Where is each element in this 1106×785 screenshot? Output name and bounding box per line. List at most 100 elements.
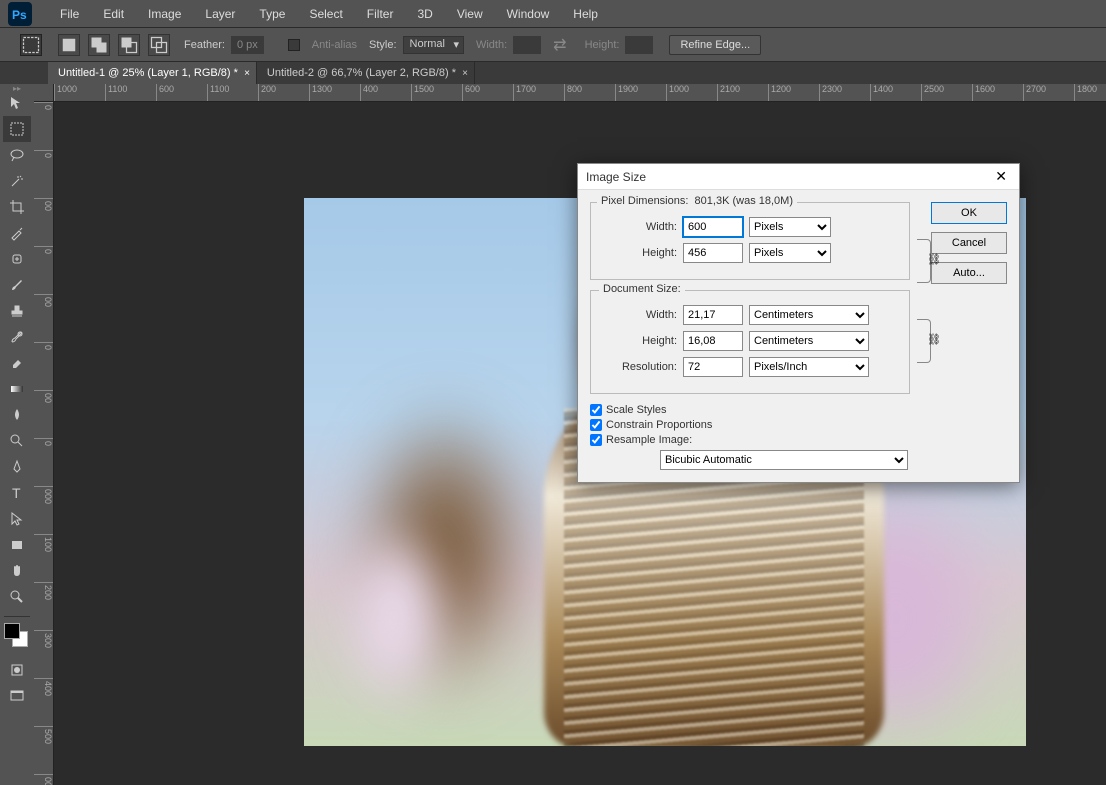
eyedropper-tool-icon[interactable] [3,220,31,246]
menu-file[interactable]: File [48,7,91,21]
constrain-proportions-checkbox[interactable]: Constrain Proportions [590,419,1007,431]
ruler-tick: 1500 [411,84,462,102]
move-tool-icon[interactable] [3,90,31,116]
ruler-tick: 800 [564,84,615,102]
pixdim-value: 801,3K (was 18,0M) [695,195,793,207]
refine-edge-button[interactable]: Refine Edge... [669,35,761,55]
ruler-tick: 00 [34,198,53,246]
ruler-tick: 200 [258,84,309,102]
type-tool-icon[interactable]: T [3,480,31,506]
scale-styles-checkbox[interactable]: Scale Styles [590,404,1007,416]
close-icon[interactable]: × [462,68,468,79]
chain-link-icon[interactable]: ⛓ [927,333,941,346]
menu-help[interactable]: Help [561,7,610,21]
ok-button[interactable]: OK [931,202,1007,224]
ruler-tick: 0 [34,438,53,486]
close-icon[interactable]: ✕ [991,168,1011,185]
dialog-titlebar[interactable]: Image Size ✕ [578,164,1019,190]
doc-width-unit[interactable]: Centimeters [749,305,869,325]
chain-link-icon[interactable]: ⛓ [927,253,941,266]
menu-filter[interactable]: Filter [355,7,406,21]
stamp-tool-icon[interactable] [3,298,31,324]
marquee-tool-icon[interactable] [3,116,31,142]
path-select-tool-icon[interactable] [3,506,31,532]
tab-untitled-2[interactable]: Untitled-2 @ 66,7% (Layer 2, RGB/8) *× [257,62,475,84]
feather-label: Feather: [184,39,225,51]
lasso-tool-icon[interactable] [3,142,31,168]
ruler-tick: 100 [34,534,53,582]
ruler-tick: 400 [34,678,53,726]
ruler-tick: 1400 [870,84,921,102]
menu-window[interactable]: Window [495,7,562,21]
ruler-tick: 1000 [666,84,717,102]
hand-tool-icon[interactable] [3,558,31,584]
ruler-tick: 0 [34,246,53,294]
dodge-tool-icon[interactable] [3,428,31,454]
horizontal-ruler: 1000110060011002001300400150060017008001… [54,84,1106,102]
cancel-button[interactable]: Cancel [931,232,1007,254]
healing-tool-icon[interactable] [3,246,31,272]
pen-tool-icon[interactable] [3,454,31,480]
close-icon[interactable]: × [244,68,250,79]
crop-tool-icon[interactable] [3,194,31,220]
tab-untitled-1[interactable]: Untitled-1 @ 25% (Layer 1, RGB/8) *× [48,62,257,84]
feather-input[interactable]: 0 px [231,36,264,54]
brush-tool-icon[interactable] [3,272,31,298]
color-swatches[interactable] [4,623,30,651]
menu-edit[interactable]: Edit [91,7,136,21]
ruler-tick: 200 [34,582,53,630]
pixdim-label: Pixel Dimensions: [601,195,688,207]
resolution-unit[interactable]: Pixels/Inch [749,357,869,377]
menu-select[interactable]: Select [297,7,354,21]
px-width-unit[interactable]: Pixels [749,217,831,237]
intersect-selection-icon[interactable] [148,34,170,56]
style-dropdown[interactable]: Normal▾ [403,36,464,54]
image-size-dialog: Image Size ✕ OK Cancel Auto... Pixel Dim… [577,163,1020,483]
ruler-tick: 0 [34,342,53,390]
menu-3d[interactable]: 3D [405,7,444,21]
history-brush-tool-icon[interactable] [3,324,31,350]
style-label: Style: [369,39,397,51]
menu-image[interactable]: Image [136,7,193,21]
px-width-input[interactable] [683,217,743,237]
ruler-tick: 1100 [105,84,156,102]
options-bar: Feather: 0 px Anti-alias Style: Normal▾ … [0,28,1106,62]
menu-view[interactable]: View [445,7,495,21]
resample-method-dropdown[interactable]: Bicubic Automatic [660,450,908,470]
pixel-dimensions-group: Pixel Dimensions: 801,3K (was 18,0M) Wid… [590,202,910,280]
px-height-unit[interactable]: Pixels [749,243,831,263]
subtract-selection-icon[interactable] [118,34,140,56]
px-height-input[interactable] [683,243,743,263]
zoom-tool-icon[interactable] [3,584,31,610]
doc-width-input[interactable] [683,305,743,325]
add-selection-icon[interactable] [88,34,110,56]
resolution-label: Resolution: [601,361,677,373]
current-tool-icon[interactable] [20,34,42,56]
shape-tool-icon[interactable] [3,532,31,558]
ruler-tick: 1700 [513,84,564,102]
resolution-input[interactable] [683,357,743,377]
svg-text:Ps: Ps [12,8,27,22]
auto-button[interactable]: Auto... [931,262,1007,284]
antialias-checkbox[interactable] [288,39,300,51]
wand-tool-icon[interactable] [3,168,31,194]
menu-type[interactable]: Type [247,7,297,21]
eraser-tool-icon[interactable] [3,350,31,376]
ruler-tick: 00 [34,390,53,438]
resample-checkbox[interactable]: Resample Image: [590,434,1007,446]
ruler-tick: 1600 [972,84,1023,102]
new-selection-icon[interactable] [58,34,80,56]
foreground-color-swatch[interactable] [4,623,20,639]
blur-tool-icon[interactable] [3,402,31,428]
document-tabs: Untitled-1 @ 25% (Layer 1, RGB/8) *× Unt… [0,62,1106,84]
gradient-tool-icon[interactable] [3,376,31,402]
screenmode-icon[interactable] [3,683,31,709]
doc-height-input[interactable] [683,331,743,351]
vertical-ruler: 00000000000000100200300400500000700 [34,102,54,785]
doc-width-label: Width: [601,309,677,321]
quickmask-icon[interactable] [3,657,31,683]
menu-layer[interactable]: Layer [193,7,247,21]
doc-height-unit[interactable]: Centimeters [749,331,869,351]
ruler-tick: 0 [34,102,53,150]
doc-height-label: Height: [601,335,677,347]
